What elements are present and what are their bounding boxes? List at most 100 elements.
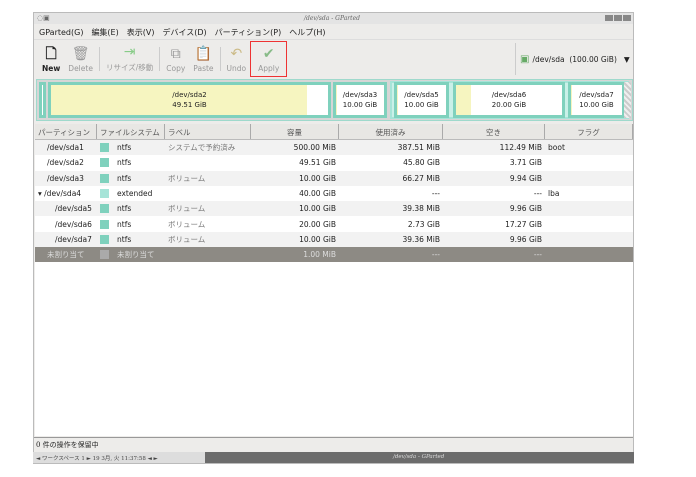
partition-cell: /dev/sda3 [35,174,97,183]
table-body: /dev/sda1 ntfs システムで予約済み 500.00 MiB 387.… [35,140,633,262]
used-cell: --- [339,250,443,259]
trash-icon: 🗑 [72,44,90,64]
new-file-icon: 🗋 [46,44,57,64]
free-cell: 9.96 GiB [443,235,545,244]
menu-partition[interactable]: パーティション(P) [215,27,282,38]
menu-view[interactable]: 表示(V) [127,27,155,38]
label-cell: システムで予約済み [165,142,251,153]
table-row[interactable]: ▾ /dev/sda4 extended 40.00 GiB --- --- l… [35,186,633,201]
filesystem-color-swatch [100,250,109,259]
partition-name: /dev/sda7 [55,235,92,244]
window-controls[interactable] [605,15,631,21]
label-cell: ボリューム [165,234,251,245]
col-label[interactable]: ラベル [165,124,251,139]
taskbar: ◄ ワークスペース 1 ► 19 3月, 火 11:37:58 ◄ ► /dev… [33,452,634,463]
new-button[interactable]: 🗋New [38,44,64,77]
partition-size: 10.00 GiB [336,100,384,110]
menu-gparted[interactable]: GParted(G) [39,28,83,37]
checkmark-icon: ✔ [263,44,275,64]
window-title: /dev/sda - GParted [304,15,360,22]
filesystem-text: extended [117,189,152,198]
partition-name: /dev/sda3 [336,90,384,100]
table-row[interactable]: 未割り当て 未割り当て 1.00 MiB --- --- [35,247,633,262]
table-row[interactable]: /dev/sda6 ntfs ボリューム 20.00 GiB 2.73 GiB … [35,216,633,231]
size-cell: 20.00 GiB [251,220,339,229]
resize-move-button[interactable]: ⇥リサイズ/移動 [102,42,157,77]
table-row[interactable]: /dev/sda5 ntfs ボリューム 10.00 GiB 39.38 MiB… [35,201,633,216]
partition-name: /dev/sda5 [55,204,92,213]
partition-block-sda7[interactable]: /dev/sda710.00 GiB [568,82,625,118]
partition-name: 未割り当て [47,250,85,259]
chevron-down-icon: ▼ [624,55,630,64]
menu-help[interactable]: ヘルプ(H) [289,27,325,38]
workspace-clock[interactable]: ◄ ワークスペース 1 ► 19 3月, 火 11:37:58 ◄ ► [33,452,205,463]
partition-block-sda2[interactable]: /dev/sda249.51 GiB [48,82,331,118]
col-partition[interactable]: パーティション [35,124,97,139]
free-cell: 9.94 GiB [443,174,545,183]
device-label: /dev/sda (100.00 GiB) [532,55,616,64]
filesystem-text: ntfs [117,204,131,213]
disk-icon: ▣ [520,54,529,65]
col-flags[interactable]: フラグ [545,124,633,139]
partition-cell: 未割り当て [35,249,97,260]
device-selector[interactable]: ▣ /dev/sda (100.00 GiB) ▼ [515,43,633,75]
separator [99,47,100,71]
table-row[interactable]: /dev/sda7 ntfs ボリューム 10.00 GiB 39.36 MiB… [35,232,633,247]
delete-button[interactable]: 🗑Delete [64,44,97,77]
col-filesystem[interactable]: ファイルシステム [97,124,165,139]
undo-button[interactable]: ↶Undo [223,44,251,77]
used-cell: 66.27 MiB [339,174,443,183]
size-cell: 10.00 GiB [251,174,339,183]
menu-device[interactable]: デバイス(D) [162,27,206,38]
partition-name: /dev/sda2 [51,90,328,100]
partition-size: 10.00 GiB [397,100,446,110]
partition-block-sda6[interactable]: /dev/sda620.00 GiB [453,82,565,118]
taskbar-window-title[interactable]: /dev/sda - GParted [393,454,444,460]
resize-icon: ⇥ [124,42,136,62]
size-cell: 1.00 MiB [251,250,339,259]
partition-size: 10.00 GiB [571,100,622,110]
partition-size: 49.51 GiB [51,100,328,110]
partition-name: /dev/sda4 [44,189,81,198]
disk-map: /dev/sda249.51 GiB /dev/sda310.00 GiB /d… [36,79,633,121]
partition-name: /dev/sda6 [55,220,92,229]
table-row[interactable]: /dev/sda1 ntfs システムで予約済み 500.00 MiB 387.… [35,140,633,155]
label-cell: ボリューム [165,219,251,230]
table-row[interactable]: /dev/sda2 ntfs 49.51 GiB 45.80 GiB 3.71 … [35,155,633,170]
filesystem-color-swatch [100,143,109,152]
apply-button[interactable]: ✔Apply [250,41,287,77]
paste-button[interactable]: 📋Paste [189,44,217,77]
apply-label: Apply [258,64,279,73]
col-size[interactable]: 容量 [251,124,339,139]
resize-label: リサイズ/移動 [106,62,153,73]
partition-name: /dev/sda5 [397,90,446,100]
filesystem-cell: ntfs [97,220,165,229]
undo-label: Undo [227,64,247,73]
copy-label: Copy [166,64,185,73]
size-cell: 40.00 GiB [251,189,339,198]
size-cell: 10.00 GiB [251,235,339,244]
partition-block-sda3[interactable]: /dev/sda310.00 GiB [333,82,387,118]
filesystem-cell: 未割り当て [97,249,165,260]
new-label: New [42,64,60,73]
delete-label: Delete [68,64,93,73]
label-cell: ボリューム [165,203,251,214]
col-free[interactable]: 空き [443,124,545,139]
filesystem-cell: ntfs [97,235,165,244]
partition-cell: /dev/sda5 [35,204,97,213]
separator [220,47,221,71]
copy-button[interactable]: ⧉Copy [162,44,189,77]
partition-block-sda1[interactable] [39,82,46,118]
partition-name: /dev/sda2 [47,158,84,167]
status-bar: 0 件の操作を保留中 [34,437,633,450]
used-cell: 387.51 MiB [339,143,443,152]
free-cell: 9.96 GiB [443,204,545,213]
filesystem-color-swatch [100,235,109,244]
filesystem-text: ntfs [117,143,131,152]
partition-block-sda5[interactable]: /dev/sda510.00 GiB [394,82,449,118]
col-used[interactable]: 使用済み [339,124,443,139]
menu-edit[interactable]: 編集(E) [91,27,118,38]
unallocated-block[interactable] [624,82,631,118]
table-row[interactable]: /dev/sda3 ntfs ボリューム 10.00 GiB 66.27 MiB… [35,171,633,186]
partition-cell: ▾ /dev/sda4 [35,189,97,198]
